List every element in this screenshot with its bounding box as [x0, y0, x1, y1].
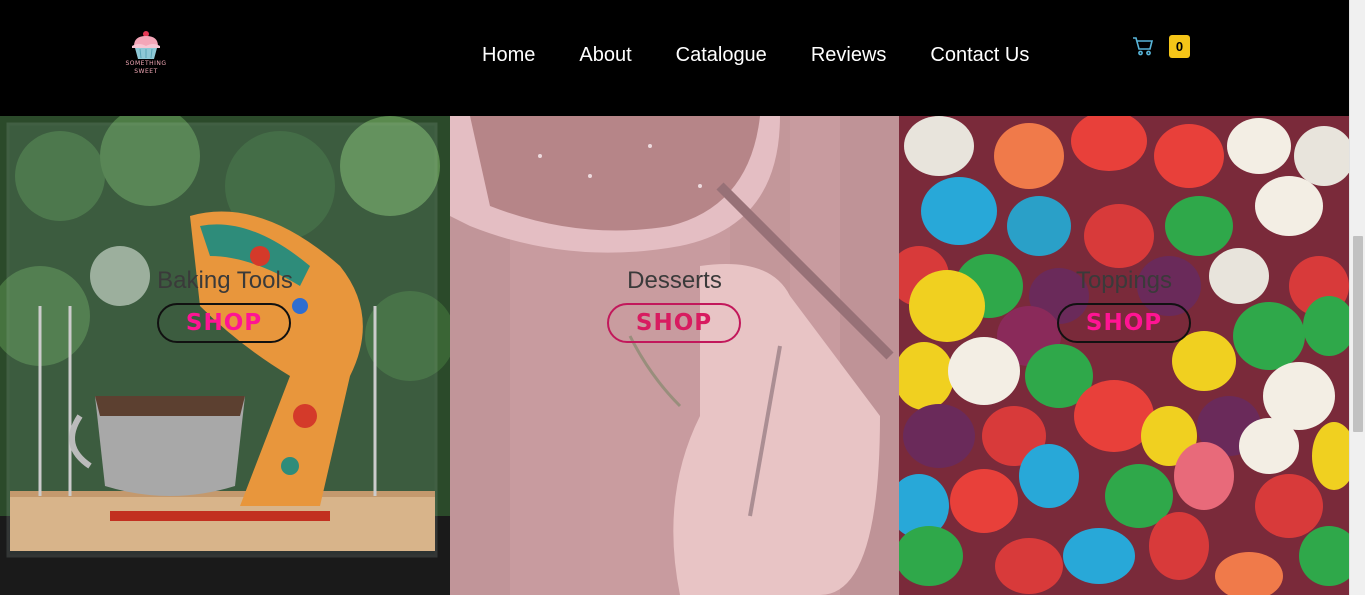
cart-button[interactable] [1132, 36, 1154, 56]
nav-catalogue[interactable]: Catalogue [654, 40, 789, 70]
nav-about[interactable]: About [557, 40, 653, 70]
logo-text: SOMETHING SWEET [118, 60, 174, 76]
main-nav: Home About Catalogue Reviews Contact Us [460, 40, 1051, 70]
page-scrollbar[interactable] [1349, 0, 1365, 595]
nav-contact-us[interactable]: Contact Us [908, 40, 1051, 70]
mixer-display-image [0, 116, 450, 595]
category-card-baking-tools: Baking Tools SHOP [0, 116, 450, 595]
cart-icon [1133, 37, 1154, 56]
category-title: Toppings [1075, 267, 1173, 294]
logo-text-line1: SOMETHING [125, 60, 167, 67]
nav-reviews[interactable]: Reviews [789, 40, 909, 70]
category-card-desserts: Desserts SHOP [450, 116, 899, 595]
logo-text-line2: SWEET [134, 68, 158, 75]
candy-toppings-image [899, 116, 1349, 595]
site-header: SOMETHING SWEET Home About Catalogue Rev… [0, 0, 1349, 116]
cupcake-logo-icon [132, 31, 160, 59]
category-card-toppings: Toppings SHOP [899, 116, 1349, 595]
shop-desserts-button[interactable]: SHOP [607, 303, 741, 343]
shop-baking-tools-button[interactable]: SHOP [157, 303, 291, 343]
nav-home[interactable]: Home [460, 40, 557, 70]
category-title: Desserts [627, 267, 722, 294]
site-logo[interactable]: SOMETHING SWEET [118, 30, 174, 80]
cart-count-badge: 0 [1169, 35, 1190, 58]
category-title: Baking Tools [157, 267, 293, 294]
scrollbar-thumb[interactable] [1353, 236, 1363, 432]
shop-toppings-button[interactable]: SHOP [1057, 303, 1191, 343]
dessert-cake-image [450, 116, 899, 595]
